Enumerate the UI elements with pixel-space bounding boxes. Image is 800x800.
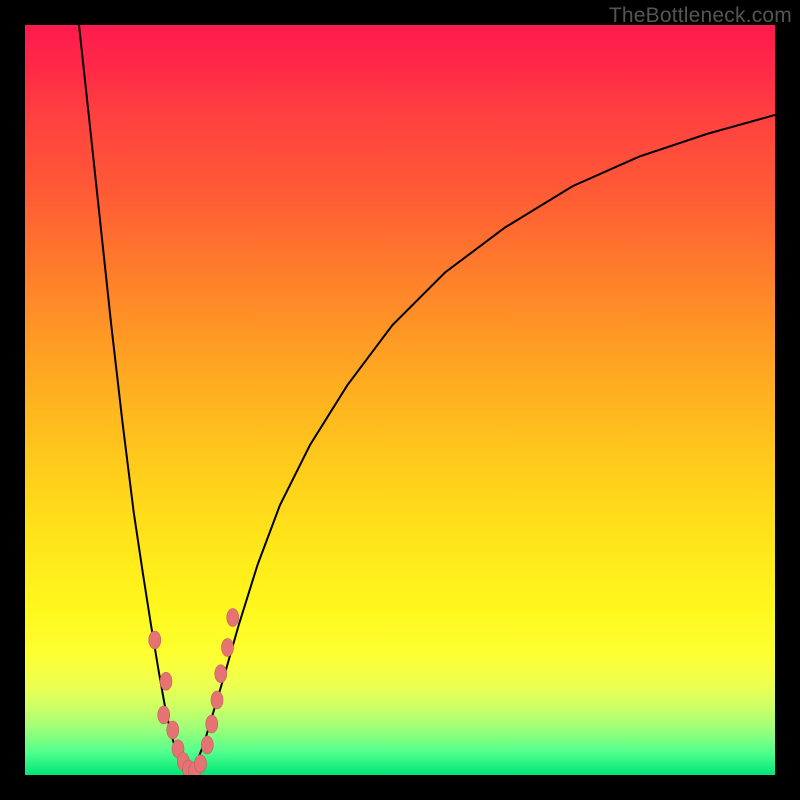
watermark-text: TheBottleneck.com — [609, 4, 792, 28]
data-point-marker — [206, 715, 218, 733]
data-point-marker — [222, 639, 234, 657]
curve-left-branch — [79, 25, 190, 774]
data-point-marker — [201, 736, 213, 754]
data-point-marker — [149, 631, 161, 649]
plot-area — [25, 25, 775, 775]
data-point-marker — [158, 706, 170, 724]
chart-svg — [25, 25, 775, 775]
data-point-marker — [160, 672, 172, 690]
data-point-marker — [227, 609, 239, 627]
data-point-marker — [215, 665, 227, 683]
data-point-marker — [195, 755, 207, 773]
data-point-marker — [167, 721, 179, 739]
curve-right-branch — [190, 115, 775, 774]
data-point-marker — [211, 691, 223, 709]
chart-frame: TheBottleneck.com — [0, 0, 800, 800]
